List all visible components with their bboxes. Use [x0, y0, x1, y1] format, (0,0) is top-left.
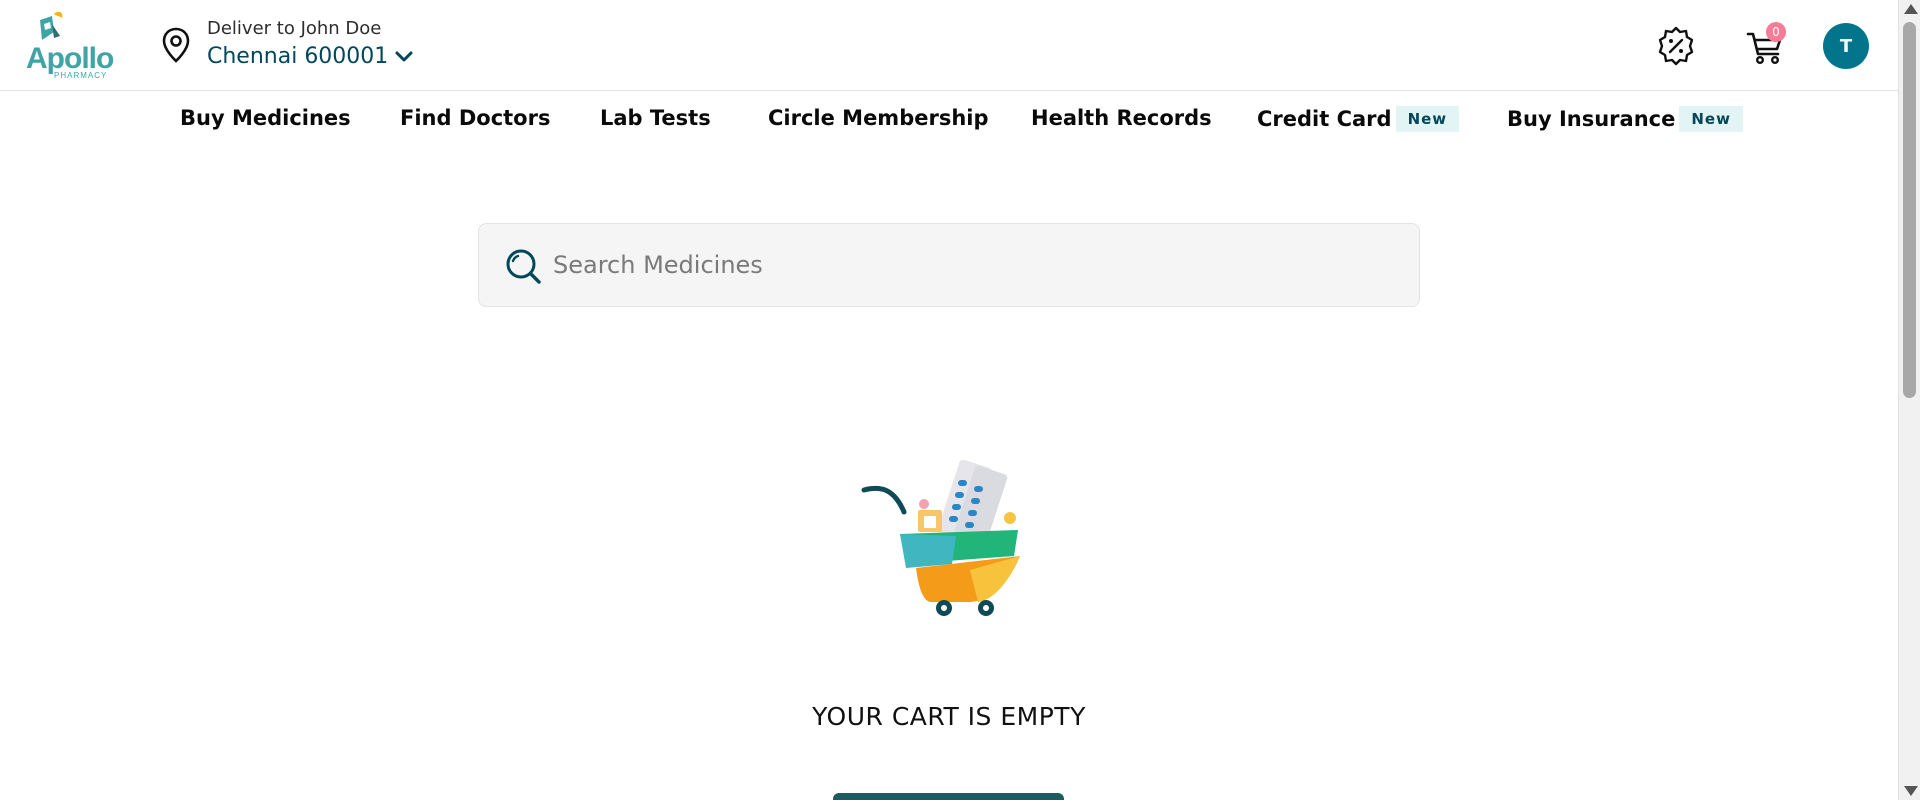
vertical-scrollbar[interactable] — [1898, 0, 1920, 800]
nav-item-lab-tests[interactable]: Lab Tests — [600, 106, 711, 130]
nav-item-buy-medicines[interactable]: Buy Medicines — [180, 106, 351, 130]
search-input[interactable] — [553, 224, 1393, 306]
delivery-location-selector[interactable]: Chennai 600001 — [207, 44, 414, 69]
scrollbar-thumb[interactable] — [1903, 22, 1916, 398]
delivery-city: Chennai 600001 — [207, 44, 389, 69]
apollo-pharmacy-logo[interactable]: Apollo PHARMACY — [26, 10, 114, 82]
scroll-down-arrow-icon[interactable] — [1904, 786, 1918, 796]
nav-item-label: Buy Medicines — [180, 106, 351, 130]
new-badge: New — [1395, 106, 1460, 132]
new-badge: New — [1679, 106, 1743, 132]
empty-cart-illustration — [861, 460, 1020, 616]
nav-item-credit-card[interactable]: Credit Card New — [1257, 106, 1460, 132]
deliver-to-label: Deliver to John Doe — [207, 18, 382, 39]
nav-item-circle-membership[interactable]: Circle Membership — [768, 106, 989, 130]
nav-item-find-doctors[interactable]: Find Doctors — [400, 106, 550, 130]
top-header: Apollo PHARMACY Deliver to John Doe Chen… — [0, 0, 1898, 91]
nav-item-label: Lab Tests — [600, 106, 711, 130]
nav-item-buy-insurance[interactable]: Buy Insurance New — [1507, 106, 1743, 132]
nav-item-label: Health Records — [1031, 106, 1212, 130]
user-avatar[interactable]: T — [1823, 23, 1869, 69]
nav-item-label: Buy Insurance — [1507, 107, 1676, 131]
percent-badge-icon[interactable] — [1656, 26, 1696, 66]
cart-button[interactable]: 0 — [1744, 22, 1790, 68]
nav-item-label: Credit Card — [1257, 107, 1392, 131]
location-pin-icon[interactable] — [160, 27, 192, 63]
search-icon — [506, 249, 541, 284]
nav-item-health-records[interactable]: Health Records — [1031, 106, 1212, 130]
add-medicines-button[interactable] — [833, 793, 1064, 800]
search-bar[interactable] — [478, 223, 1420, 307]
cart-count-badge: 0 — [1766, 22, 1786, 42]
nav-item-label: Find Doctors — [400, 106, 551, 130]
scroll-up-arrow-icon[interactable] — [1904, 4, 1918, 14]
nav-item-label: Circle Membership — [768, 106, 989, 130]
brand-sub: PHARMACY — [54, 71, 108, 80]
chevron-down-icon — [395, 51, 413, 61]
main-nav: Buy Medicines Find Doctors Lab Tests Cir… — [0, 92, 1898, 146]
empty-cart-message: YOUR CART IS EMPTY — [812, 702, 1086, 731]
